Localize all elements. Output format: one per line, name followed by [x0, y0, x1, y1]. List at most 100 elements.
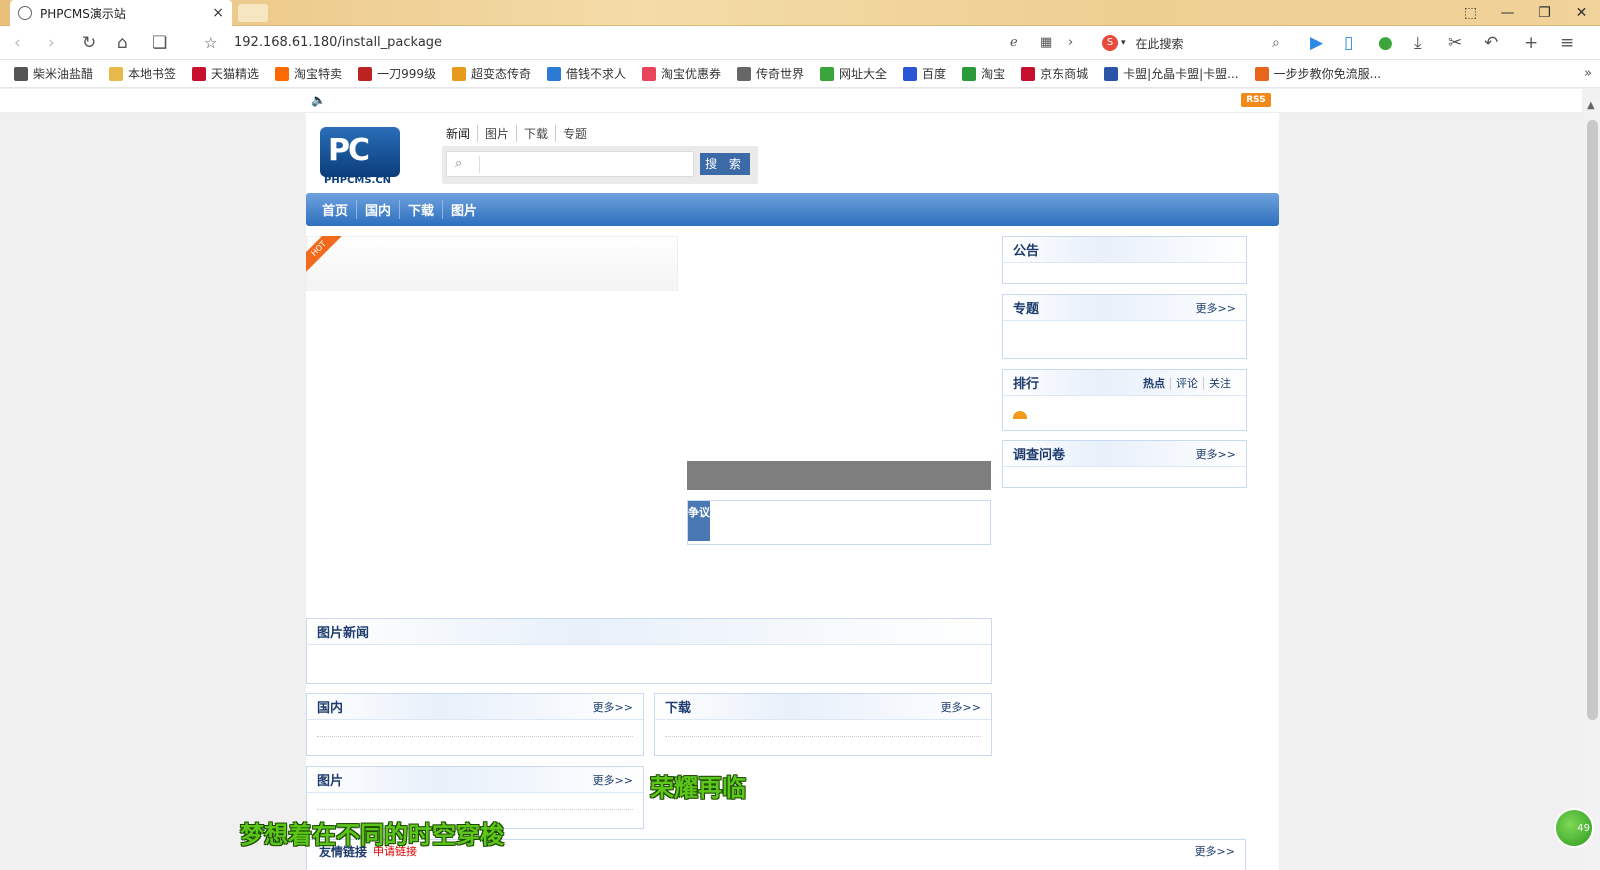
site-search: ⌕ 搜 索: [442, 146, 758, 184]
controversy-tag: 争议: [688, 501, 710, 541]
dotted-divider: [317, 809, 633, 810]
bookmark-item[interactable]: 柴米油盐醋: [14, 65, 93, 82]
ranking-tab-comments[interactable]: 评论: [1170, 376, 1203, 390]
undo-icon[interactable]: ↶: [1484, 33, 1498, 53]
top-links: 新闻 图片 下载 专题: [446, 125, 594, 142]
bookmark-label: 百度: [922, 67, 947, 81]
search-placeholder: 在此搜索: [1135, 36, 1184, 51]
pictures-more-link[interactable]: 更多>>: [593, 772, 633, 788]
rank-marker-icon: [1013, 411, 1027, 419]
site-search-input[interactable]: ⌕: [446, 151, 694, 177]
download-more-link[interactable]: 更多>>: [941, 699, 981, 715]
top-link-downloads[interactable]: 下载: [516, 125, 555, 142]
hot-badge: HOT: [306, 236, 342, 272]
bookmark-label: 借钱不求人: [565, 67, 626, 81]
nav-home[interactable]: 首页: [314, 200, 356, 219]
ranking-tab-follow[interactable]: 关注: [1203, 376, 1236, 390]
bookmark-item[interactable]: 传奇世界: [737, 65, 804, 82]
star-icon[interactable]: ☆: [204, 33, 217, 53]
qr-code-icon[interactable]: ▦: [1040, 33, 1052, 53]
bookmark-icon: [903, 66, 918, 81]
ie-mode-icon[interactable]: ℯ: [1010, 33, 1018, 53]
bookmark-item[interactable]: 淘宝特卖: [275, 65, 342, 82]
bookmark-item[interactable]: 京东商城: [1021, 65, 1088, 82]
tab-close-button[interactable]: ×: [212, 5, 224, 21]
bookmark-label: 超变态传奇: [470, 67, 531, 81]
overlay-caption-1: 荣耀再临: [650, 774, 746, 802]
friend-links-more[interactable]: 更多>>: [1195, 843, 1235, 859]
speaker-icon[interactable]: 🔈: [311, 93, 326, 107]
chevron-down-icon: ▾: [1121, 38, 1126, 48]
top-link-topics[interactable]: 专题: [555, 125, 594, 142]
reader-icon[interactable]: ❏: [152, 33, 167, 53]
browser-tab[interactable]: PHPCMS演示站 ×: [10, 0, 232, 26]
nav-domestic[interactable]: 国内: [356, 200, 399, 219]
bookmark-label: 本地书签: [128, 67, 177, 81]
bookmark-icon: [546, 66, 561, 81]
tab-title: PHPCMS演示站: [40, 6, 126, 21]
bookmark-item[interactable]: 超变态传奇: [451, 65, 531, 82]
nav-download[interactable]: 下载: [399, 200, 442, 219]
sogou-icon: S: [1102, 35, 1118, 51]
forward-icon[interactable]: ›: [48, 33, 55, 53]
browser-search-box[interactable]: S ▾ 在此搜索: [1102, 32, 1288, 54]
bookmarks-more-icon[interactable]: »: [1584, 66, 1592, 81]
wechat-icon[interactable]: ●: [1378, 33, 1393, 53]
page-scrollbar[interactable]: ▲: [1584, 98, 1600, 870]
main-nav: 首页 国内 下载 图片: [306, 193, 1279, 226]
bookmark-icon: [192, 66, 207, 81]
dotted-divider: [317, 736, 633, 737]
reload-icon[interactable]: ↻: [82, 33, 96, 53]
domestic-title: 国内: [317, 701, 344, 716]
bookmark-item[interactable]: 一步步教你免流服...: [1254, 65, 1382, 82]
ranking-tabs: 热点 评论 关注: [1138, 375, 1236, 391]
bookmark-label: 一步步教你免流服...: [1273, 67, 1382, 81]
bookmark-item[interactable]: 一刀999级: [358, 65, 436, 82]
bookmark-item[interactable]: 天猫精选: [192, 65, 259, 82]
survey-title: 调查问卷: [1013, 448, 1066, 463]
bookmark-icon: [1254, 66, 1269, 81]
bookmark-label: 京东商城: [1040, 67, 1089, 81]
plus-icon[interactable]: +: [1524, 33, 1538, 53]
floating-badge[interactable]: 49: [1554, 808, 1594, 848]
dotted-divider: [665, 736, 981, 737]
special-more-link[interactable]: 更多>>: [1196, 300, 1236, 316]
survey-more-link[interactable]: 更多>>: [1196, 446, 1236, 462]
site-logo[interactable]: PC: [320, 127, 400, 177]
bookmark-item[interactable]: 借钱不求人: [546, 65, 626, 82]
hot-label: HOT: [306, 236, 342, 272]
download-icon[interactable]: ⤓: [1414, 33, 1422, 53]
close-window-button[interactable]: ✕: [1563, 0, 1600, 26]
domestic-more-link[interactable]: 更多>>: [593, 699, 633, 715]
survey-panel: 调查问卷 更多>>: [1002, 440, 1247, 488]
rss-button[interactable]: RSS: [1241, 93, 1271, 107]
site-search-button[interactable]: 搜 索: [700, 153, 750, 175]
phone-icon[interactable]: ▯: [1344, 33, 1353, 53]
skin-button[interactable]: ⬚: [1452, 0, 1489, 26]
bookmark-item[interactable]: 本地书签: [109, 65, 176, 82]
new-tab-button[interactable]: [238, 4, 268, 22]
bookmark-item[interactable]: 网址大全: [820, 65, 887, 82]
scrollbar-thumb[interactable]: [1587, 120, 1598, 720]
minimize-button[interactable]: —: [1489, 0, 1526, 26]
search-icon[interactable]: ⌕: [1272, 33, 1280, 53]
video-icon[interactable]: ▶: [1310, 33, 1323, 53]
address-bar[interactable]: 192.168.61.180/install_package: [234, 35, 442, 50]
bookmark-item[interactable]: 淘宝: [962, 65, 1005, 82]
menu-icon[interactable]: ≡: [1560, 33, 1574, 53]
top-link-news[interactable]: 新闻: [446, 125, 477, 142]
top-link-pictures[interactable]: 图片: [477, 125, 516, 142]
home-icon[interactable]: ⌂: [117, 33, 128, 53]
restore-button[interactable]: ❐: [1526, 0, 1563, 26]
site-top-strip: 🔈 RSS: [0, 89, 1582, 113]
scissors-icon[interactable]: ✂: [1448, 33, 1462, 53]
chevron-right-icon[interactable]: ›: [1068, 33, 1073, 53]
nav-pictures[interactable]: 图片: [442, 200, 485, 219]
bookmark-item[interactable]: 卡盟|允晶卡盟|卡盟...: [1104, 65, 1239, 82]
ranking-tab-hot[interactable]: 热点: [1138, 377, 1170, 390]
scroll-up-icon[interactable]: ▲: [1587, 100, 1595, 111]
back-icon[interactable]: ‹: [14, 33, 21, 53]
bookmark-item[interactable]: 淘宝优惠券: [642, 65, 721, 82]
bookmark-item[interactable]: 百度: [903, 65, 946, 82]
photo-news-panel: 图片新闻: [306, 618, 992, 684]
